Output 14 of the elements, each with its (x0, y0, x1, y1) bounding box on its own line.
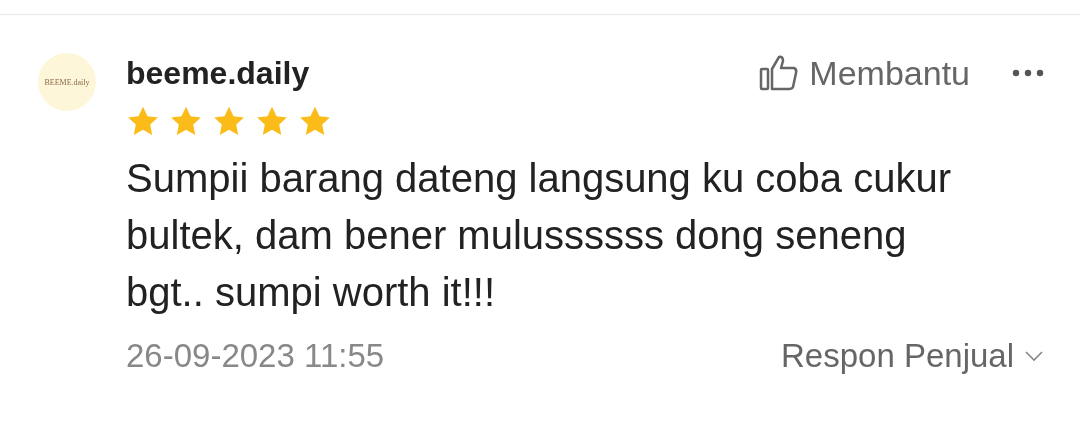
more-icon[interactable] (1012, 69, 1044, 77)
star-icon (298, 105, 332, 138)
star-icon (169, 105, 203, 138)
seller-response-button[interactable]: Respon Penjual (781, 337, 1044, 375)
avatar-logo: BEEME.daily (44, 77, 90, 87)
review-text: Sumpii barang dateng langsung ku coba cukur bultek, dam bener mulussssss dong seneng bgt.. sumpi worth it!!! (126, 155, 952, 316)
star-icon (126, 105, 160, 138)
star-icon (255, 105, 289, 138)
chevron-down-icon (1024, 350, 1044, 362)
review-date: 26-09-2023 11:55 (126, 337, 385, 375)
star-icon (212, 105, 246, 138)
thumbs-up-icon (759, 54, 800, 92)
username: beeme.daily (126, 54, 310, 92)
helpful-button[interactable]: Membantu (759, 53, 970, 93)
